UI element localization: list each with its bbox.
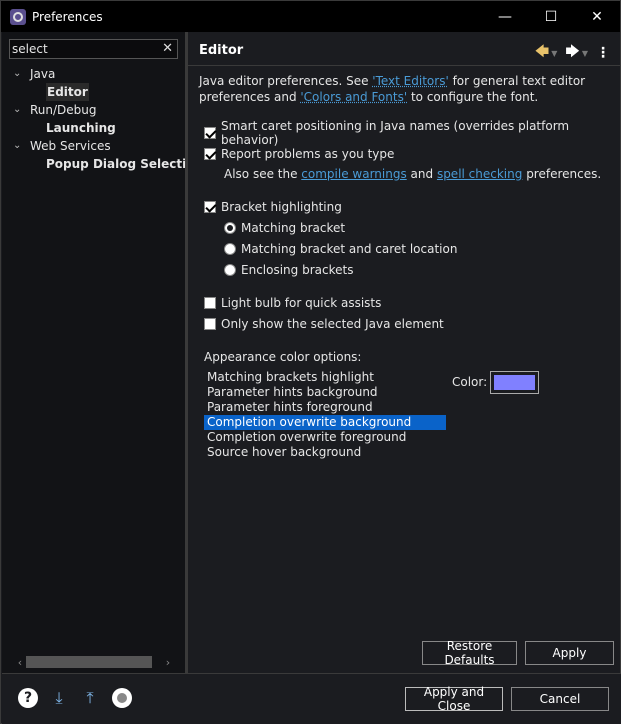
tree-item-label: Run/Debug [30,103,97,117]
scroll-left-icon[interactable]: ‹ [14,656,26,669]
expand-chevron-icon[interactable]: ⌄ [13,137,21,155]
eclipse-app-icon [10,8,26,25]
matching-bracket-label: Matching bracket [241,221,346,235]
tree-item-label: Popup Dialog Selection [46,157,185,171]
spell-checking-link[interactable]: spell checking [437,167,522,181]
list-item[interactable]: Source hover background [204,445,446,460]
preference-page: Editor 🡄 ▼ 🡆 ▼ ⋮ Java editor preferences… [188,32,620,673]
only-selected-element-option[interactable]: Only show the selected Java element [204,315,444,333]
tree-item-run-debug[interactable]: ⌄ Run/Debug [2,101,185,119]
light-bulb-checkbox[interactable] [204,297,216,309]
list-item[interactable]: Matching brackets highlight [204,370,446,385]
apply-and-close-button[interactable]: Apply and Close [405,685,503,713]
report-problems-label: Report problems as you type [221,147,395,161]
minimize-button[interactable]: — [482,1,528,32]
page-nav: 🡄 ▼ 🡆 ▼ ⋮ [535,41,610,65]
only-selected-element-checkbox[interactable] [204,318,216,330]
tree-item-label: Web Services [30,139,111,153]
smart-caret-label: Smart caret positioning in Java names (o… [221,119,570,147]
maximize-button[interactable]: ☐ [528,1,574,32]
restore-defaults-button[interactable]: Restore Defaults [422,639,517,667]
oomph-record-icon[interactable] [112,688,132,708]
dialog-footer: ? ⤓ ⤒ Apply and Close Cancel [2,673,621,724]
list-item-selected[interactable]: Completion overwrite background [204,415,446,430]
tree-item-popup-dialog-selection[interactable]: Popup Dialog Selection [2,155,185,173]
page-description: Java editor preferences. See 'Text Edito… [199,74,586,104]
preferences-tree: ⌄ Java Editor ⌄ Run/Debug Launching ⌄ We… [2,65,185,173]
matching-bracket-caret-radio[interactable] [224,243,236,255]
back-arrow-icon[interactable]: 🡄 [535,41,549,65]
report-problems-checkbox[interactable] [204,148,216,160]
appearance-color-options-label: Appearance color options: [204,350,362,364]
smart-caret-checkbox[interactable] [204,127,216,139]
enclosing-brackets-option[interactable]: Enclosing brackets [224,261,353,279]
only-selected-element-label: Only show the selected Java element [221,317,444,331]
export-icon[interactable]: ⤒ [80,688,100,708]
expand-chevron-icon[interactable]: ⌄ [13,65,21,83]
color-swatch [494,375,535,390]
back-dropdown-icon[interactable]: ▼ [551,49,557,58]
bracket-highlighting-label: Bracket highlighting [221,200,342,214]
scroll-thumb[interactable] [26,656,152,668]
scroll-track[interactable] [26,656,162,668]
tree-item-label: Java [30,67,56,81]
matching-bracket-caret-label: Matching bracket and caret location [241,242,458,256]
text-editors-link[interactable]: 'Text Editors' [372,74,448,88]
enclosing-brackets-label: Enclosing brackets [241,263,354,277]
import-icon[interactable]: ⤓ [49,688,69,708]
expand-chevron-icon[interactable]: ⌄ [13,101,21,119]
horizontal-scrollbar[interactable]: ‹ › [14,654,174,670]
help-icon[interactable]: ? [18,688,38,708]
matching-bracket-radio[interactable] [224,222,236,234]
scroll-right-icon[interactable]: › [162,656,174,669]
appearance-color-list[interactable]: Matching brackets highlight Parameter hi… [204,370,446,460]
filter-input[interactable] [10,42,155,56]
color-picker-button[interactable] [490,371,539,394]
forward-dropdown-icon[interactable]: ▼ [582,49,588,58]
page-header: Editor 🡄 ▼ 🡆 ▼ ⋮ [188,32,620,66]
bracket-highlighting-checkbox[interactable] [204,201,216,213]
window-title: Preferences [32,9,103,24]
page-title: Editor [199,43,244,58]
tree-item-editor[interactable]: Editor [2,83,185,101]
title-bar: Preferences — ☐ ✕ [1,1,620,32]
also-see-text: Also see the compile warnings and spell … [224,167,602,181]
list-item[interactable]: Parameter hints background [204,385,446,400]
list-item[interactable]: Parameter hints foreground [204,400,446,415]
forward-arrow-icon[interactable]: 🡆 [565,41,579,65]
preferences-window: Preferences — ☐ ✕ ✕ ⌄ Java Editor ⌄ Run/… [0,0,621,724]
apply-button[interactable]: Apply [525,641,614,665]
compile-warnings-link[interactable]: compile warnings [301,167,406,181]
report-problems-option[interactable]: Report problems as you type [204,145,394,163]
more-options-icon[interactable]: ⋮ [596,45,610,61]
tree-item-launching[interactable]: Launching [2,119,185,137]
color-label: Color: [452,375,488,389]
colors-and-fonts-link[interactable]: 'Colors and Fonts' [300,90,407,104]
smart-caret-option[interactable]: Smart caret positioning in Java names (o… [204,119,620,147]
matching-bracket-option[interactable]: Matching bracket [224,219,345,237]
tree-item-label: Launching [46,121,116,135]
window-controls: — ☐ ✕ [482,1,620,32]
bracket-highlighting-option[interactable]: Bracket highlighting [204,198,342,216]
tree-item-web-services[interactable]: ⌄ Web Services [2,137,185,155]
tree-item-java[interactable]: ⌄ Java [2,65,185,83]
enclosing-brackets-radio[interactable] [224,264,236,276]
light-bulb-label: Light bulb for quick assists [221,296,382,310]
filter-box: ✕ [9,39,178,59]
cancel-button[interactable]: Cancel [511,687,609,711]
clear-filter-icon[interactable]: ✕ [162,41,173,56]
light-bulb-option[interactable]: Light bulb for quick assists [204,294,381,312]
preferences-tree-pane: ✕ ⌄ Java Editor ⌄ Run/Debug Launching ⌄ … [2,32,185,673]
matching-bracket-caret-option[interactable]: Matching bracket and caret location [224,240,457,258]
close-button[interactable]: ✕ [574,1,620,32]
list-item[interactable]: Completion overwrite foreground [204,430,446,445]
tree-item-label: Editor [46,83,89,101]
